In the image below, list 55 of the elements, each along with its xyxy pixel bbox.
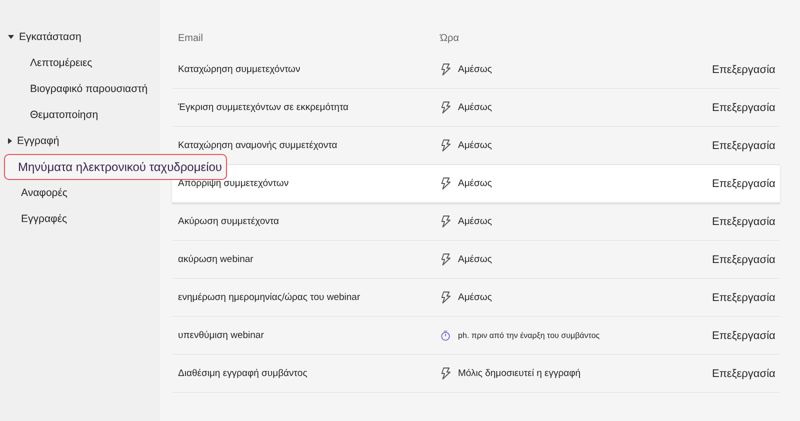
edit-link[interactable]: Επεξεργασία bbox=[712, 140, 776, 152]
email-name: Απόρριψη συμμετεχόντων bbox=[177, 178, 290, 189]
table-row[interactable]: Διαθέσιμη εγγραφή συμβάντος Μόλις δημοσιευτεί η εγγραφή Επεξεργασία bbox=[172, 355, 780, 393]
nav-item[interactable]: Λεπτομέρειες bbox=[30, 57, 92, 69]
email-name: Διαθέσιμη εγγραφή συμβάντος bbox=[177, 368, 308, 379]
nav-item[interactable]: Εγκατάσταση bbox=[19, 31, 82, 43]
edit-link[interactable]: Επεξεργασία bbox=[712, 64, 776, 76]
table-row[interactable]: Ακύρωση συμμετέχοντα Αμέσως Επεξεργασία bbox=[172, 203, 780, 241]
nav-item[interactable]: Θεματοποίηση bbox=[30, 109, 98, 121]
email-name: ενημέρωση ημερομηνίας/ώρας του webinar bbox=[177, 292, 362, 303]
table-row[interactable]: ενημέρωση ημερομηνίας/ώρας του webinar Αμέσως Επεξεργασία bbox=[172, 279, 780, 317]
send-time: Αμέσως bbox=[458, 292, 492, 303]
table-row[interactable]: Έγκριση συμμετεχόντων σε εκκρεμότητα Αμέσως Επεξεργασία bbox=[172, 89, 780, 127]
lightning-icon bbox=[440, 367, 451, 380]
column-header: Email bbox=[177, 33, 204, 44]
email-name: Έγκριση συμμετεχόντων σε εκκρεμότητα bbox=[177, 102, 350, 113]
table-row[interactable]: υπενθύμιση webinar ph. πριν από την έναρξη του συμβάντος Επεξεργασία bbox=[172, 317, 780, 355]
timer-icon bbox=[440, 329, 451, 342]
nav-item[interactable]: Αναφορές bbox=[21, 187, 68, 199]
edit-link[interactable]: Επεξεργασία bbox=[712, 330, 776, 342]
edit-link[interactable]: Επεξεργασία bbox=[712, 254, 776, 266]
edit-link[interactable]: Επεξεργασία bbox=[712, 102, 776, 114]
table-row[interactable]: ακύρωση webinar Αμέσως Επεξεργασία bbox=[172, 241, 780, 279]
lightning-icon bbox=[440, 139, 451, 152]
send-time: Μόλις δημοσιευτεί η εγγραφή bbox=[458, 368, 581, 379]
email-name: Καταχώρηση συμμετεχόντων bbox=[177, 64, 302, 75]
email-name: ακύρωση webinar bbox=[177, 254, 254, 265]
send-time: Αμέσως bbox=[458, 140, 492, 151]
edit-link[interactable]: Επεξεργασία bbox=[712, 368, 776, 380]
caret-icon[interactable] bbox=[8, 138, 12, 144]
edit-link[interactable]: Επεξεργασία bbox=[712, 216, 776, 228]
caret-icon[interactable] bbox=[8, 35, 14, 39]
edit-link[interactable]: Επεξεργασία bbox=[712, 292, 776, 304]
send-time: ph. πριν από την έναρξη του συμβάντος bbox=[458, 331, 600, 340]
lightning-icon bbox=[440, 101, 451, 114]
lightning-icon bbox=[440, 291, 451, 304]
email-name: υπενθύμιση webinar bbox=[177, 330, 265, 341]
email-name: Ακύρωση συμμετέχοντα bbox=[177, 216, 280, 227]
nav-item[interactable]: Εγγραφή bbox=[17, 135, 60, 147]
nav-item[interactable]: Μηνύματα ηλεκτρονικού ταχυδρομείου bbox=[4, 154, 227, 180]
lightning-icon bbox=[440, 253, 451, 266]
send-time: Αμέσως bbox=[458, 178, 492, 189]
nav-item[interactable]: Βιογραφικό παρουσιαστή bbox=[30, 83, 148, 95]
send-time: Αμέσως bbox=[458, 216, 492, 227]
lightning-icon bbox=[440, 215, 451, 228]
send-time: Αμέσως bbox=[458, 102, 492, 113]
nav-item[interactable]: Εγγραφές bbox=[21, 213, 68, 225]
email-name: Καταχώρηση αναμονής συμμετέχοντα bbox=[177, 140, 338, 151]
send-time: Αμέσως bbox=[458, 254, 492, 265]
edit-link[interactable]: Επεξεργασία bbox=[712, 178, 776, 190]
lightning-icon bbox=[440, 63, 451, 76]
lightning-icon bbox=[440, 177, 451, 190]
table-row[interactable]: Καταχώρηση συμμετεχόντων Αμέσως Επεξεργασία bbox=[172, 51, 780, 89]
column-header: Ώρα bbox=[440, 33, 460, 44]
send-time: Αμέσως bbox=[458, 64, 492, 75]
